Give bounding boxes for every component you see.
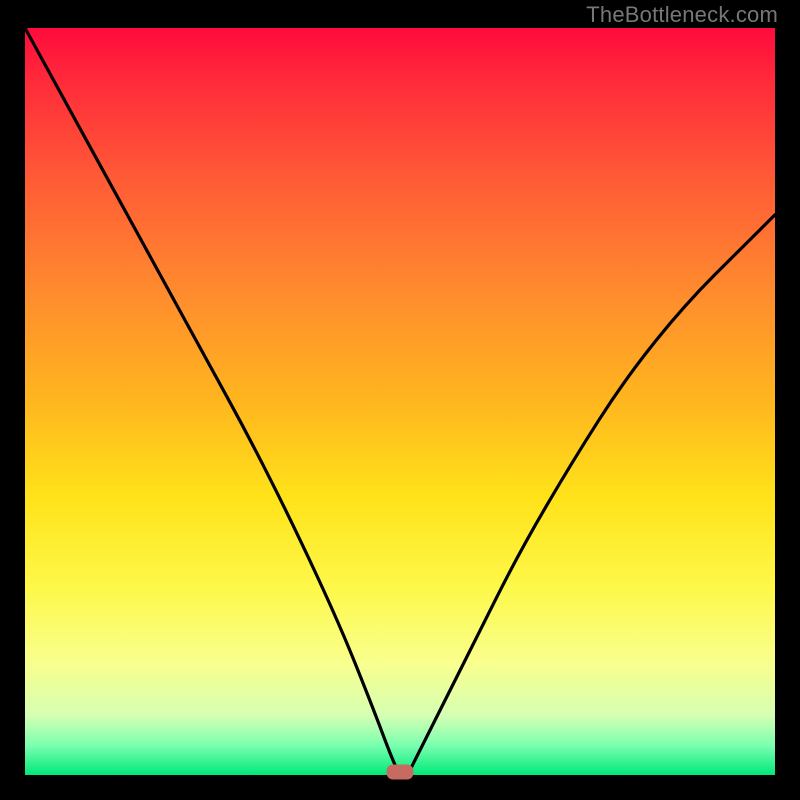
chart-frame: TheBottleneck.com xyxy=(0,0,800,800)
bottleneck-marker xyxy=(387,765,413,779)
watermark-text: TheBottleneck.com xyxy=(586,2,778,28)
curve-layer xyxy=(25,28,775,775)
bottleneck-curve xyxy=(25,28,775,775)
plot-area xyxy=(25,28,775,775)
